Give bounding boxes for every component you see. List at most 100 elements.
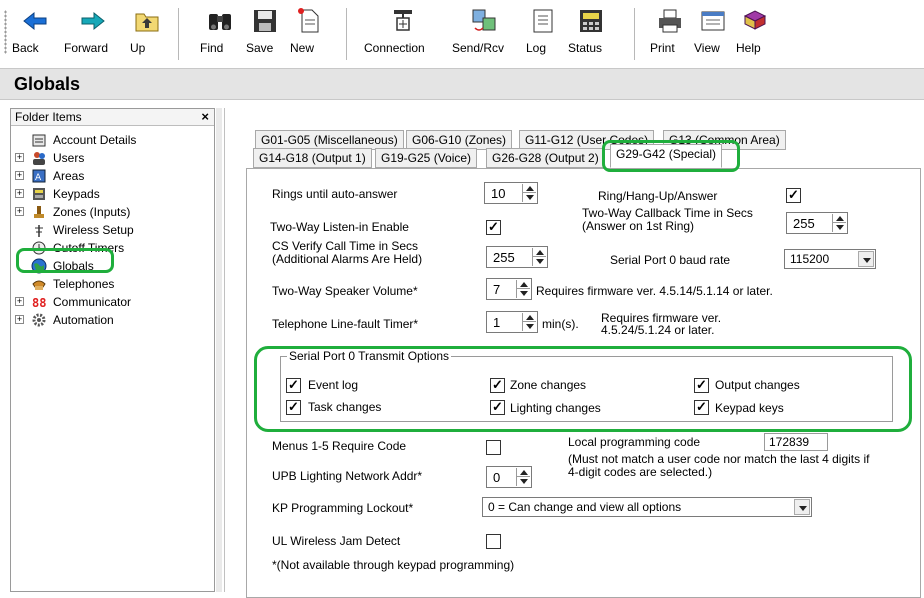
log-book-icon [533,9,553,33]
spinner-arrows-icon[interactable] [532,248,546,266]
send-receive-icon [472,9,496,31]
local-code-note-2: 4-digit codes are selected.) [568,465,713,479]
expand-icon[interactable]: + [15,207,24,216]
tab-g14-g18[interactable]: G14-G18 (Output 1) [253,148,372,168]
baud-rate-select[interactable]: 115200 [784,249,876,269]
callback-label-2: (Answer on 1st Ring) [582,219,695,233]
spinner-arrows-icon[interactable] [832,214,846,232]
spinner-arrows-icon[interactable] [516,280,530,298]
tree-item-zones[interactable]: + Zones (Inputs) [15,203,205,221]
expand-icon[interactable]: + [15,171,24,180]
tree-item-label: Zones (Inputs) [53,205,131,219]
print-button[interactable]: Print [650,6,690,66]
kp-lockout-value: 0 = Can change and view all options [488,500,682,514]
areas-icon: A [32,169,46,183]
new-button[interactable]: New [290,6,328,66]
connection-button[interactable]: Connection [364,6,442,66]
tab-g06-g10[interactable]: G06-G10 (Zones) [406,130,513,150]
pane-splitter[interactable] [216,108,222,592]
listen-in-label: Two-Way Listen-in Enable [270,220,409,234]
speaker-note: Requires firmware ver. 4.5.14/5.1.14 or … [536,284,773,298]
tree-item-automation[interactable]: + Automation [15,311,205,329]
chevron-down-icon[interactable] [794,499,810,515]
keypad-icon [33,188,45,200]
spinner-arrows-icon[interactable] [522,313,536,331]
tree-item-communicator[interactable]: + 88 Communicator [15,293,205,311]
tree-item-users[interactable]: + Users [15,149,205,167]
status-panel-icon [580,10,602,32]
expand-icon[interactable]: + [15,315,24,324]
printer-icon [659,9,681,33]
help-button[interactable]: Help [736,6,774,66]
tree-item-label: Automation [53,313,114,327]
local-code-value: 172839 [769,435,810,449]
telephone-icon [32,280,46,290]
linefault-note-2: 4.5.24/5.1.24 or later. [601,323,715,337]
zones-icon [34,206,44,218]
local-code-label: Local programming code [568,435,701,449]
back-button[interactable]: Back [12,6,58,66]
expand-icon[interactable]: + [15,189,24,198]
linefault-spinner[interactable]: 1 [486,311,538,333]
expand-icon[interactable]: + [15,297,24,306]
baud-value: 115200 [790,252,830,266]
menus-label: Menus 1-5 Require Code [272,439,407,453]
tree-item-account-details[interactable]: Account Details [15,131,205,149]
kp-lockout-select[interactable]: 0 = Can change and view all options [482,497,812,517]
listen-in-checkbox[interactable]: ✓ [486,220,501,235]
tab-g26-g28[interactable]: G26-G28 (Output 2) [486,148,605,168]
chevron-down-icon[interactable] [858,251,874,267]
spinner-arrows-icon[interactable] [516,468,530,486]
up-button[interactable]: Up [130,6,164,66]
spinner-arrows-icon[interactable] [522,184,536,202]
speaker-spinner[interactable]: 7 [486,278,532,300]
close-icon[interactable]: × [201,109,209,125]
cs-verify-label-2: (Additional Alarms Are Held) [272,252,423,266]
tree-item-keypads[interactable]: + Keypads [15,185,205,203]
status-button[interactable]: Status [568,6,614,66]
svg-text:A: A [35,173,42,183]
expand-icon[interactable]: + [15,153,24,162]
footnote: *(Not available through keypad programmi… [272,558,515,572]
tree-item-label: Users [53,151,85,165]
send-receive-button[interactable]: Send/Rcv [452,6,516,66]
toolbar-grip[interactable] [4,10,7,54]
cs-verify-spinner[interactable]: 255 [486,246,548,268]
tree-item-label: Areas [53,169,85,183]
local-code-input[interactable]: 172839 [764,433,828,451]
toolbar-separator [346,8,347,60]
log-label: Log [526,41,547,55]
binoculars-icon [209,14,231,30]
view-window-icon [701,11,725,31]
wireless-antenna-icon [35,225,43,237]
tab-g01-g05[interactable]: G01-G05 (Miscellaneous) [255,130,404,150]
toolbar: Back Forward Up Find Save New Connection… [0,0,924,68]
forward-button[interactable]: Forward [64,6,122,66]
tree-item-telephones[interactable]: Telephones [15,275,205,293]
ring-hangup-label: Ring/Hang-Up/Answer [598,189,718,203]
new-document-icon [298,8,319,33]
find-button[interactable]: Find [200,6,240,66]
callback-spinner[interactable]: 255 [786,212,848,234]
ring-hangup-checkbox[interactable]: ✓ [786,188,801,203]
menus-require-code-checkbox[interactable] [486,440,501,455]
title-bar: Globals [0,68,924,100]
view-button[interactable]: View [694,6,732,66]
save-button[interactable]: Save [246,6,284,66]
upb-spinner[interactable]: 0 [486,466,532,488]
tree-item-wireless-setup[interactable]: Wireless Setup [15,221,205,239]
linefault-unit: min(s). [542,317,579,331]
rings-label: Rings until auto-answer [272,187,398,201]
find-label: Find [200,41,224,55]
rings-spinner[interactable]: 10 [484,182,538,204]
tree-item-areas[interactable]: + A Areas [15,167,205,185]
back-label: Back [12,41,39,55]
globals-highlight [16,248,114,273]
connection-label: Connection [364,41,425,55]
tab-g19-g25[interactable]: G19-G25 (Voice) [375,148,478,168]
serial-options-highlight [254,346,912,432]
ul-jam-checkbox[interactable] [486,534,501,549]
view-label: View [694,41,720,55]
communicator-icon: 88 [32,296,46,310]
log-button[interactable]: Log [526,6,560,66]
